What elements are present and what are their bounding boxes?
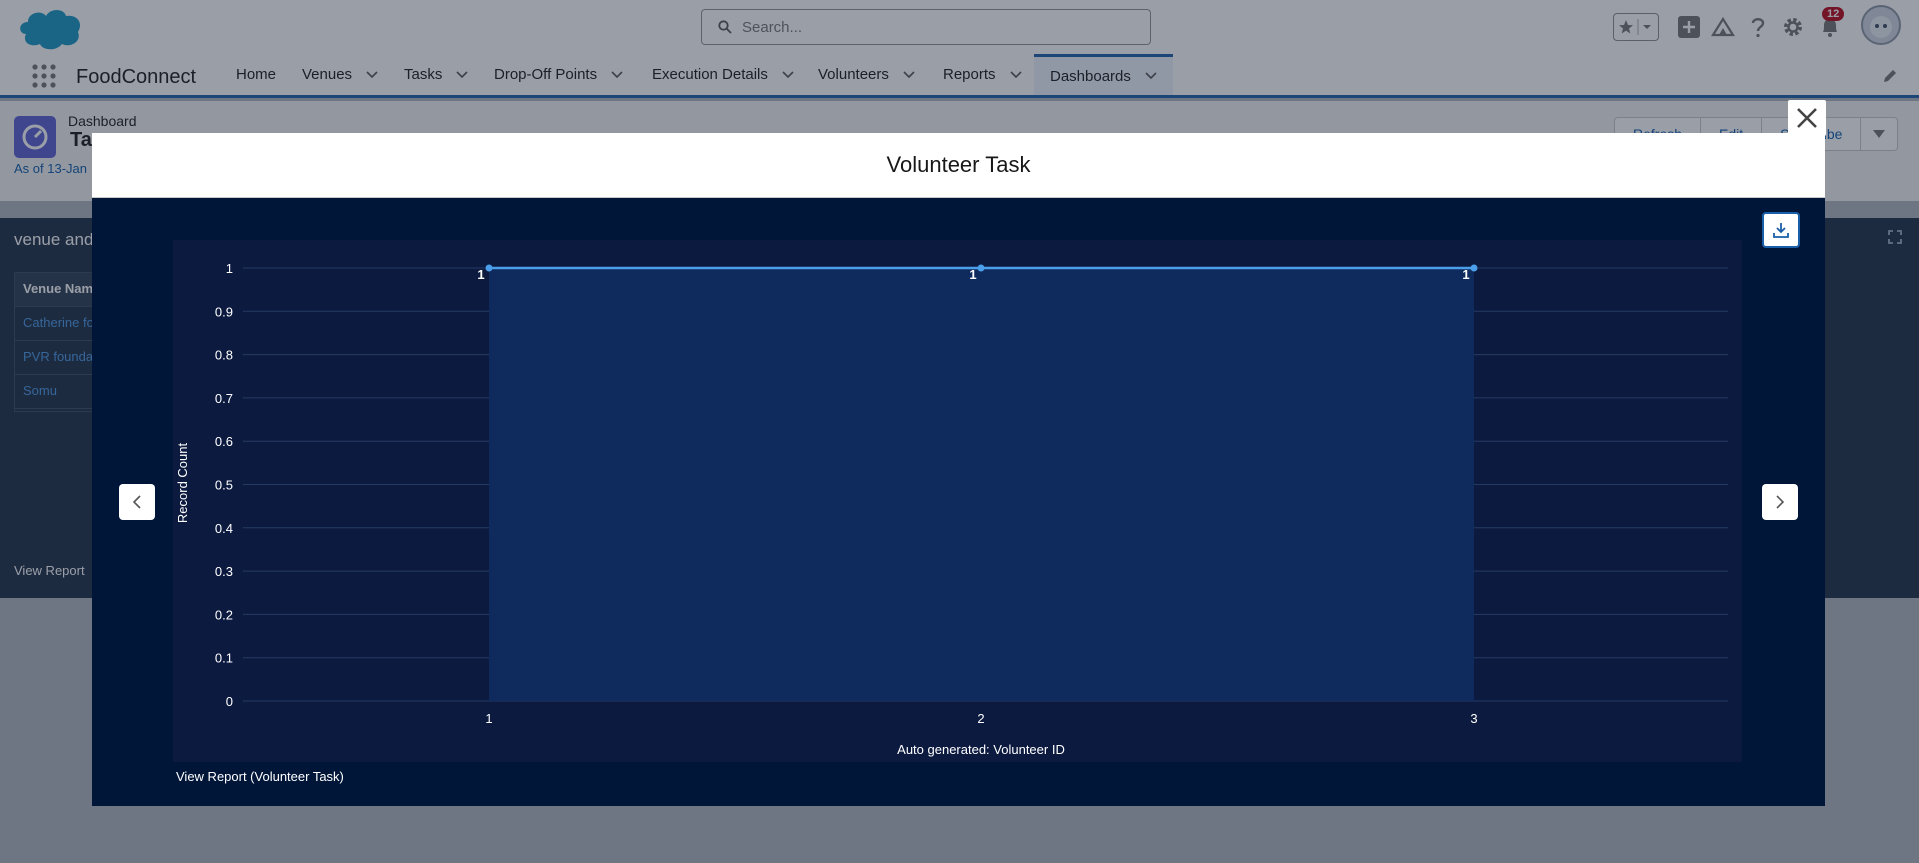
data-label: 1 xyxy=(1462,267,1469,282)
x-tick-label: 1 xyxy=(485,711,492,726)
chevron-left-icon xyxy=(132,495,141,509)
y-tick-label: 0.6 xyxy=(215,434,233,449)
x-tick-label: 3 xyxy=(1470,711,1477,726)
close-modal-button[interactable] xyxy=(1788,100,1826,136)
y-tick-label: 0 xyxy=(226,694,233,709)
data-label: 1 xyxy=(477,267,484,282)
data-label: 1 xyxy=(969,267,976,282)
y-tick-label: 0.7 xyxy=(215,391,233,406)
previous-chart-button[interactable] xyxy=(119,484,155,520)
volunteer-task-chart: 0 0.1 0.2 0.3 0.4 0.5 0.6 0.7 0.8 0.9 1 1 1 1 1 2 3 Auto … xyxy=(173,240,1742,762)
y-tick-label: 0.8 xyxy=(215,348,233,363)
modal-header: Volunteer Task xyxy=(92,133,1825,198)
data-point xyxy=(1470,264,1478,272)
y-tick-label: 0.3 xyxy=(215,564,233,579)
download-icon xyxy=(1773,223,1789,238)
y-tick-label: 0.5 xyxy=(215,478,233,493)
download-button[interactable] xyxy=(1762,212,1800,248)
modal-title: Volunteer Task xyxy=(886,152,1031,177)
y-tick-label: 0.4 xyxy=(215,521,233,536)
close-icon xyxy=(1797,108,1817,128)
next-chart-button[interactable] xyxy=(1762,484,1798,520)
y-tick-label: 0.1 xyxy=(215,651,233,666)
x-tick-label: 2 xyxy=(977,711,984,726)
series-area xyxy=(489,268,1474,701)
data-point xyxy=(977,264,985,272)
x-axis-title: Auto generated: Volunteer ID xyxy=(897,742,1065,757)
chevron-right-icon xyxy=(1776,495,1785,509)
y-tick-label: 0.9 xyxy=(215,304,233,319)
y-axis-title: Record Count xyxy=(175,443,190,524)
y-tick-label: 1 xyxy=(226,261,233,276)
data-point xyxy=(485,264,493,272)
view-report-volunteer-task-link[interactable]: View Report (Volunteer Task) xyxy=(176,769,344,784)
y-tick-label: 0.2 xyxy=(215,607,233,622)
